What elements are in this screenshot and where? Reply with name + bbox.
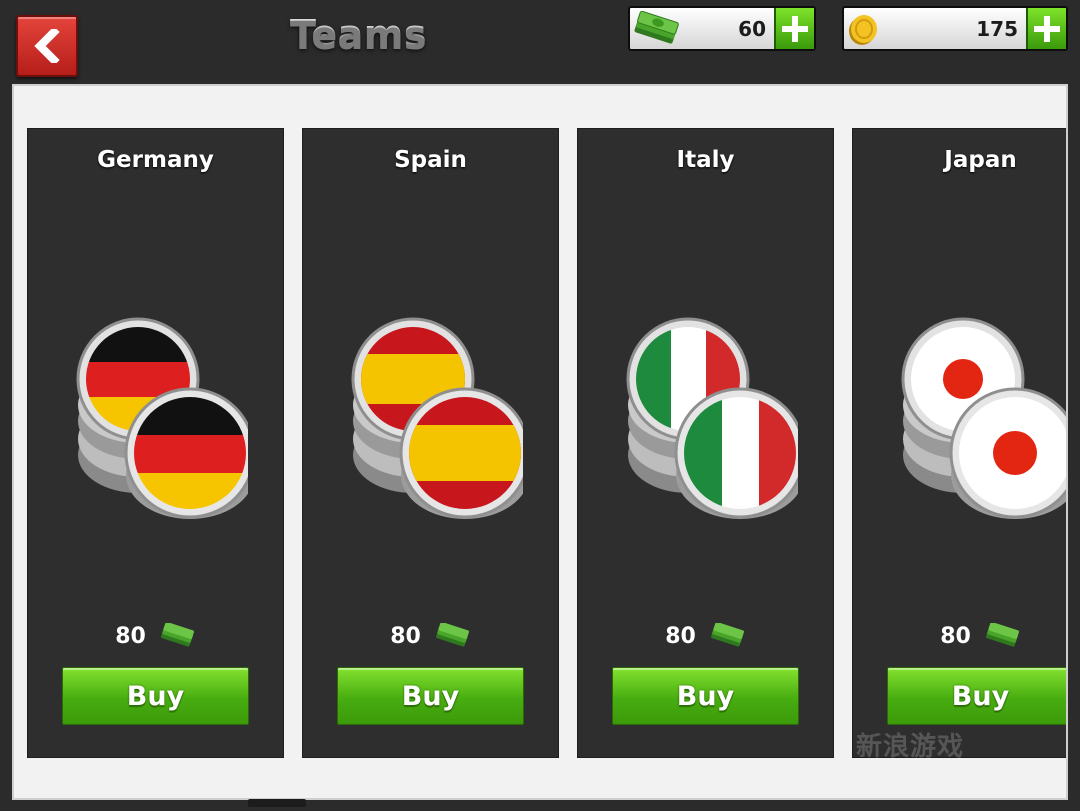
buy-label: Buy — [676, 680, 735, 712]
cash-stack-icon — [160, 623, 194, 647]
team-name: Spain — [394, 147, 467, 173]
cash-stack-icon — [634, 10, 679, 44]
add-cash-button[interactable] — [774, 8, 814, 49]
team-card-spain: Spain 80 Buy — [302, 128, 559, 758]
italy-flag-coins-icon — [626, 317, 798, 519]
teams-panel[interactable]: Germany 80 Buy Spain 80 Buy Italy 80 Buy… — [12, 84, 1068, 800]
page-title: Teams — [290, 12, 428, 56]
buy-button-germany[interactable]: Buy — [62, 667, 249, 725]
chevron-left-icon — [34, 29, 60, 63]
buy-button-spain[interactable]: Buy — [337, 667, 524, 725]
japan-flag-coins-icon — [901, 317, 1066, 519]
price-value: 80 — [390, 623, 421, 649]
germany-flag-coins-icon — [76, 317, 248, 519]
price-value: 80 — [665, 623, 696, 649]
plus-icon — [782, 15, 808, 42]
team-card-japan: Japan 80 Buy — [852, 128, 1066, 758]
team-name: Italy — [676, 147, 735, 173]
price-row: 80 — [28, 623, 283, 649]
add-coins-button[interactable] — [1026, 8, 1066, 49]
price-row: 80 — [853, 623, 1066, 649]
price-row: 80 — [578, 623, 833, 649]
back-button[interactable] — [16, 15, 78, 77]
buy-label: Buy — [401, 680, 460, 712]
price-row: 80 — [303, 623, 558, 649]
gold-coin-icon — [849, 14, 877, 45]
horizontal-scroll-thumb[interactable] — [248, 799, 306, 807]
cash-counter: 60 — [628, 6, 816, 51]
teams-screen: Teams 60 175 Germany 80 Buy Spain 80 Buy… — [0, 0, 1080, 811]
buy-label: Buy — [126, 680, 185, 712]
plus-icon — [1034, 15, 1060, 42]
buy-button-italy[interactable]: Buy — [612, 667, 799, 725]
team-card-germany: Germany 80 Buy — [27, 128, 284, 758]
cash-stack-icon — [435, 623, 469, 647]
price-value: 80 — [115, 623, 146, 649]
cash-stack-icon — [985, 623, 1019, 647]
watermark: 新浪游戏 — [856, 732, 965, 762]
team-name: Japan — [944, 147, 1017, 173]
buy-button-japan[interactable]: Buy — [887, 667, 1066, 725]
buy-label: Buy — [951, 680, 1010, 712]
spain-flag-coins-icon — [351, 317, 523, 519]
team-name: Germany — [97, 147, 214, 173]
price-value: 80 — [940, 623, 971, 649]
coins-value: 175 — [976, 16, 1018, 41]
team-card-italy: Italy 80 Buy — [577, 128, 834, 758]
cash-value: 60 — [738, 16, 766, 41]
cash-stack-icon — [710, 623, 744, 647]
coins-counter: 175 — [842, 6, 1068, 51]
